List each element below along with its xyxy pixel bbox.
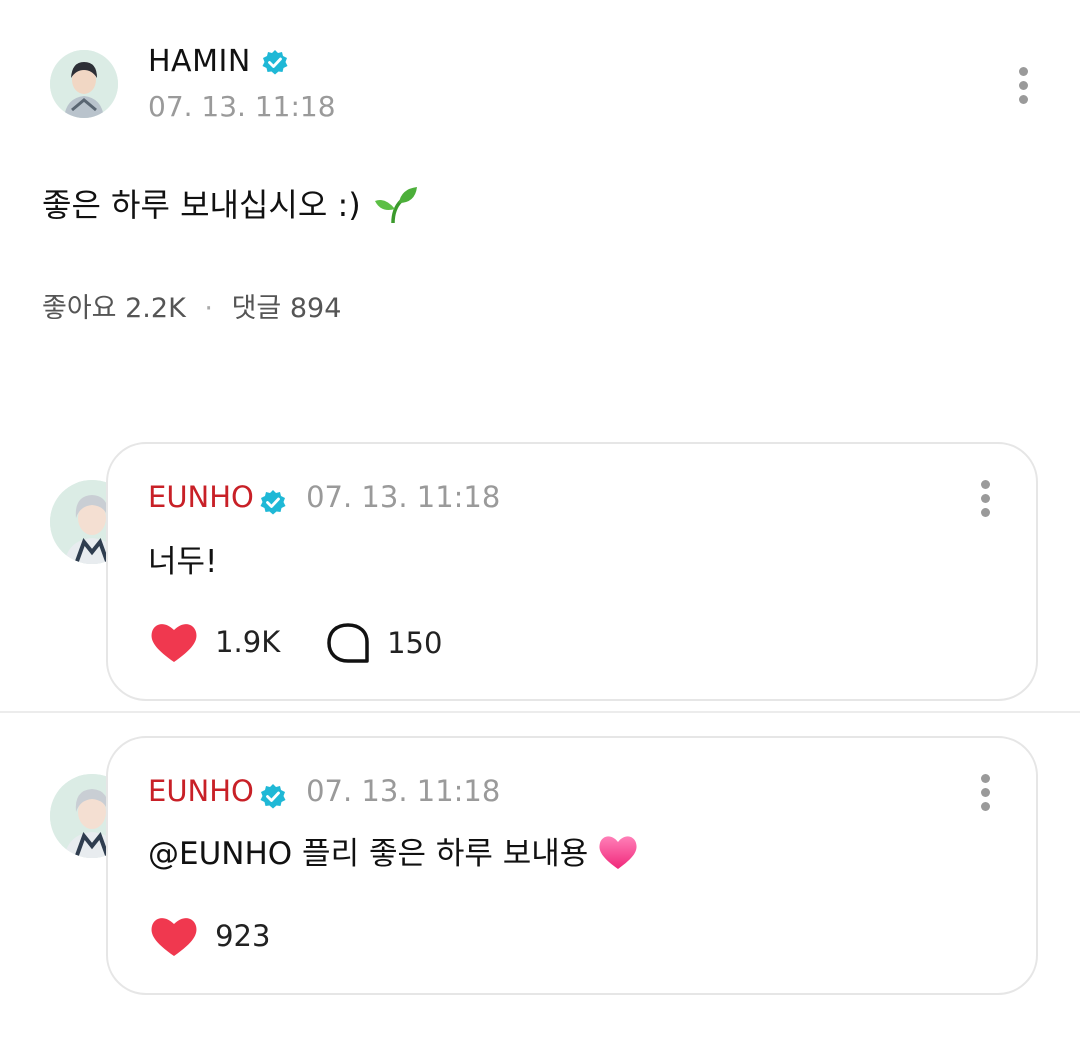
comment-header: EUNHO 07. 13. 11:18 (148, 480, 500, 517)
post-body-text: 좋은 하루 보내십시오 :) (42, 186, 361, 224)
like-button[interactable]: 1.9K (150, 620, 280, 664)
sprout-icon (373, 183, 419, 231)
separator-dot: · (204, 293, 213, 324)
comment-timestamp: 07. 13. 11:18 (306, 774, 501, 808)
like-count: 923 (215, 919, 271, 953)
comment-author-name[interactable]: EUNHO (148, 480, 254, 514)
likes-count[interactable]: 2.2K (125, 293, 186, 324)
heart-icon (151, 918, 197, 956)
comment-author-name[interactable]: EUNHO (148, 774, 254, 808)
post-stats: 좋아요 2.2K · 댓글 894 (42, 286, 341, 325)
comment-bubble-icon (327, 623, 369, 663)
comment-header: EUNHO 07. 13. 11:18 (148, 774, 500, 811)
verified-badge-icon (259, 783, 287, 811)
post-author-name[interactable]: HAMIN (148, 44, 289, 79)
heart-icon (151, 624, 197, 662)
like-count: 1.9K (215, 625, 281, 659)
post-more-vertical-icon[interactable] (1019, 67, 1031, 109)
reply-count: 150 (387, 626, 443, 660)
verified-badge-icon (261, 49, 289, 77)
comment-text-body: 플리 좋은 하루 보내용 (302, 836, 589, 872)
reply-button[interactable]: 150 (326, 622, 442, 664)
post-author-avatar[interactable] (50, 50, 118, 118)
comment-card: EUNHO 07. 13. 11:18 너두! 1.9K 150 (106, 442, 1038, 701)
divider (0, 711, 1080, 713)
comment-timestamp: 07. 13. 11:18 (306, 480, 501, 514)
post-body: 좋은 하루 보내십시오 :) (42, 180, 419, 231)
mention-link[interactable]: @EUNHO (148, 836, 292, 872)
comment-more-vertical-icon[interactable] (981, 480, 993, 522)
comment-more-vertical-icon[interactable] (981, 774, 993, 816)
likes-label: 좋아요 (42, 293, 117, 324)
post-author-label: HAMIN (148, 44, 251, 79)
pink-heart-icon (598, 834, 638, 878)
verified-badge-icon (259, 489, 287, 517)
like-button[interactable]: 923 (150, 914, 270, 958)
comment-text: @EUNHO 플리 좋은 하루 보내용 (148, 828, 638, 878)
comments-label: 댓글 (231, 293, 282, 324)
post-timestamp: 07. 13. 11:18 (148, 90, 336, 123)
comment-text: 너두! (148, 544, 218, 580)
comments-count[interactable]: 894 (290, 293, 342, 324)
comment-card: EUNHO 07. 13. 11:18 @EUNHO 플리 좋은 하루 보내용 (106, 736, 1038, 995)
